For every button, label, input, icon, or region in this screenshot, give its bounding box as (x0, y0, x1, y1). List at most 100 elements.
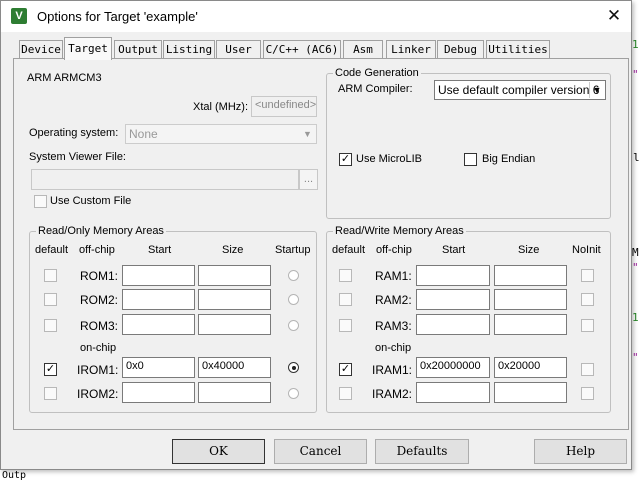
iram1-size-input[interactable]: 0x20000 (494, 357, 567, 378)
rom2-label: ROM2: (80, 293, 119, 307)
iram1-default-checkbox[interactable]: ✓ (339, 363, 352, 376)
rw-header-size: Size (518, 244, 540, 256)
irom2-size-input[interactable] (198, 382, 271, 403)
custom-file-label: Use Custom File (50, 195, 132, 207)
rom2-size-input[interactable] (198, 289, 271, 310)
svf-browse-button[interactable]: ... (299, 169, 318, 190)
ro-header-size: Size (222, 244, 244, 256)
tab-device[interactable]: Device (19, 40, 63, 59)
title-bar[interactable]: V Options for Target 'example' ✕ (1, 1, 631, 32)
microlib-label: Use MicroLIB (356, 153, 423, 165)
ram2-noinit-checkbox[interactable] (581, 293, 594, 306)
ram1-label: RAM1: (375, 269, 412, 283)
ram2-start-input[interactable] (416, 289, 490, 310)
rom3-size-input[interactable] (198, 314, 271, 335)
irom1-default-checkbox[interactable]: ✓ (44, 363, 57, 376)
irom2-default-checkbox[interactable] (44, 387, 57, 400)
bg-code-char: M (632, 246, 639, 259)
tab-user[interactable]: User (216, 40, 261, 59)
xtal-field[interactable]: <undefined> (251, 96, 317, 117)
rom1-label: ROM1: (80, 269, 119, 283)
iram2-size-input[interactable] (494, 382, 567, 403)
keil-app-icon: V (11, 8, 27, 24)
irom2-label: IROM2: (77, 387, 119, 401)
svf-label: System Viewer File: (29, 151, 126, 163)
ok-button[interactable]: OK (172, 439, 265, 464)
ro-header-offchip: off-chip (79, 244, 115, 256)
compiler-label: ARM Compiler: (338, 83, 413, 95)
bg-line-number: 1 (632, 38, 639, 51)
irom1-startup-radio[interactable] (288, 362, 299, 373)
rom1-default-checkbox[interactable] (44, 269, 57, 282)
big-endian-label: Big Endian (482, 153, 536, 165)
svf-field[interactable] (31, 169, 299, 190)
tab-cpp[interactable]: C/C++ (AC6) (263, 40, 341, 59)
tab-target[interactable]: Target (64, 37, 112, 60)
ram3-default-checkbox[interactable] (339, 319, 352, 332)
iram2-default-checkbox[interactable] (339, 387, 352, 400)
irom1-size-input[interactable]: 0x40000 (198, 357, 271, 378)
ram1-default-checkbox[interactable] (339, 269, 352, 282)
ram1-size-input[interactable] (494, 265, 567, 286)
iram1-noinit-checkbox[interactable] (581, 363, 594, 376)
code-generation-legend: Code Generation (333, 67, 421, 79)
irom2-start-input[interactable] (122, 382, 195, 403)
rom2-start-input[interactable] (122, 289, 195, 310)
rom1-size-input[interactable] (198, 265, 271, 286)
rom3-label: ROM3: (80, 319, 119, 333)
irom2-startup-radio[interactable] (288, 388, 299, 399)
rom3-default-checkbox[interactable] (44, 319, 57, 332)
bg-code-char: l (633, 151, 640, 164)
tab-debug[interactable]: Debug (437, 40, 484, 59)
chevron-down-icon: ▼ (589, 82, 604, 98)
rw-memory-legend: Read/Write Memory Areas (333, 225, 466, 237)
rw-header-start: Start (442, 244, 466, 256)
ram3-size-input[interactable] (494, 314, 567, 335)
rom2-default-checkbox[interactable] (44, 293, 57, 306)
irom1-start-input[interactable]: 0x0 (122, 357, 195, 378)
iram2-noinit-checkbox[interactable] (581, 387, 594, 400)
irom1-label: IROM1: (77, 363, 119, 377)
iram2-start-input[interactable] (416, 382, 490, 403)
compiler-value: Use default compiler version 6 (438, 83, 600, 97)
tab-linker[interactable]: Linker (386, 40, 436, 59)
cancel-button[interactable]: Cancel (274, 439, 367, 464)
ram2-size-input[interactable] (494, 289, 567, 310)
big-endian-checkbox[interactable] (464, 153, 477, 166)
microlib-checkbox[interactable]: ✓ (339, 153, 352, 166)
rom3-start-input[interactable] (122, 314, 195, 335)
help-button[interactable]: Help (534, 439, 627, 464)
ro-header-default: default (35, 244, 69, 256)
bg-output-label: Outp (2, 470, 27, 481)
rom2-startup-radio[interactable] (288, 294, 299, 305)
rom1-startup-radio[interactable] (288, 270, 299, 281)
defaults-button[interactable]: Defaults (375, 439, 469, 464)
iram1-start-input[interactable]: 0x20000000 (416, 357, 490, 378)
ram1-start-input[interactable] (416, 265, 490, 286)
close-button[interactable]: ✕ (599, 4, 629, 28)
tab-asm[interactable]: Asm (343, 40, 383, 59)
iram2-label: IRAM2: (372, 387, 413, 401)
rom3-startup-radio[interactable] (288, 320, 299, 331)
custom-file-checkbox[interactable] (34, 195, 47, 208)
ro-header-start: Start (148, 244, 172, 256)
ro-onchip-label: on-chip (80, 342, 117, 354)
ram2-default-checkbox[interactable] (339, 293, 352, 306)
bg-line-number: 1 (632, 311, 639, 324)
tab-utilities[interactable]: Utilities (486, 40, 550, 59)
tab-output[interactable]: Output (114, 40, 162, 59)
rom1-start-input[interactable] (122, 265, 195, 286)
rw-onchip-label: on-chip (375, 342, 412, 354)
tab-listing[interactable]: Listing (163, 40, 215, 59)
ram3-label: RAM3: (375, 319, 412, 333)
os-select[interactable]: None ▼ (125, 124, 317, 144)
ram3-start-input[interactable] (416, 314, 490, 335)
bg-string-quote: " (632, 351, 639, 364)
bg-string-quote: " (632, 68, 639, 81)
ram1-noinit-checkbox[interactable] (581, 269, 594, 282)
os-value: None (129, 127, 158, 141)
rw-header-noinit: NoInit (572, 244, 601, 256)
ram3-noinit-checkbox[interactable] (581, 319, 594, 332)
compiler-select[interactable]: Use default compiler version 6 ▼ (434, 80, 606, 100)
window-title: Options for Target 'example' (37, 9, 198, 24)
